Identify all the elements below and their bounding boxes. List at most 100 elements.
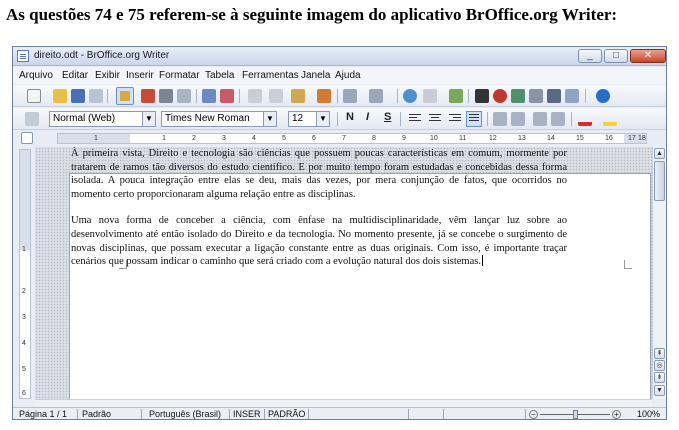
align-left-icon[interactable]: [409, 114, 421, 124]
numbering-icon[interactable]: [493, 112, 507, 126]
toolbar-separator: [337, 89, 338, 103]
email-icon[interactable]: [89, 89, 103, 103]
scroll-up-icon[interactable]: ▲: [654, 148, 665, 159]
spellcheck-icon[interactable]: [202, 89, 216, 103]
ruler-label: 8: [372, 135, 376, 142]
status-page-style[interactable]: Padrão: [82, 409, 111, 419]
styles-formatting-icon[interactable]: [25, 112, 39, 126]
align-right-icon[interactable]: [449, 114, 461, 124]
ruler-label: 14: [547, 135, 555, 142]
menu-ferramentas[interactable]: Ferramentas: [242, 70, 299, 81]
draw-functions-icon[interactable]: [449, 89, 463, 103]
chevron-down-icon[interactable]: ▼: [316, 112, 329, 126]
minimize-button[interactable]: _: [578, 49, 602, 63]
document-body[interactable]: À primeira vista, Direito e tecnologia s…: [71, 147, 567, 282]
status-insert-mode[interactable]: INSER: [233, 409, 261, 419]
menu-editar[interactable]: Editar: [62, 70, 88, 81]
font-color-icon[interactable]: [578, 112, 592, 126]
print-icon[interactable]: [159, 89, 173, 103]
ruler-label: 16: [605, 135, 613, 142]
increase-indent-icon[interactable]: [551, 112, 565, 126]
bold-button[interactable]: N: [346, 111, 354, 123]
edit-mode-icon[interactable]: [116, 87, 134, 105]
menu-inserir[interactable]: Inserir: [126, 70, 154, 81]
menu-formatar[interactable]: Formatar: [159, 70, 200, 81]
scroll-thumb[interactable]: [654, 161, 665, 201]
ruler-label: 17: [628, 135, 636, 142]
font-size-select[interactable]: 12 ▼: [288, 111, 330, 127]
menu-arquivo[interactable]: Arquivo: [19, 70, 53, 81]
clone-format-icon[interactable]: [317, 89, 331, 103]
font-name-select[interactable]: Times New Roman ▼: [161, 111, 277, 127]
paragraph-style-select[interactable]: Normal (Web) ▼: [49, 111, 156, 127]
status-selection-mode[interactable]: PADRÃO: [268, 409, 305, 419]
vertical-ruler[interactable]: 1 2 3 4 5 6: [19, 149, 31, 399]
italic-button[interactable]: I: [366, 111, 369, 123]
chevron-down-icon[interactable]: ▼: [142, 112, 155, 126]
previous-page-icon[interactable]: ⇞: [654, 348, 665, 359]
document-paragraph[interactable]: À primeira vista, Direito e tecnologia s…: [71, 147, 567, 201]
align-center-icon[interactable]: [429, 114, 441, 124]
open-icon[interactable]: [53, 89, 67, 103]
zoom-in-button[interactable]: +: [612, 410, 621, 419]
print-preview-icon[interactable]: [177, 89, 191, 103]
justify-icon[interactable]: [466, 111, 482, 127]
menu-ajuda[interactable]: Ajuda: [335, 70, 361, 81]
ruler-label: 6: [312, 135, 316, 142]
status-zoom-level[interactable]: 100%: [637, 409, 660, 419]
copy-icon[interactable]: [269, 89, 283, 103]
zoom-out-button[interactable]: −: [529, 410, 538, 419]
toolbar-separator: [107, 89, 108, 103]
standard-toolbar: [13, 85, 666, 107]
menu-exibir[interactable]: Exibir: [95, 70, 120, 81]
cut-icon[interactable]: [248, 89, 262, 103]
help-icon[interactable]: [596, 89, 610, 103]
hyperlink-icon[interactable]: [403, 89, 417, 103]
chevron-down-icon[interactable]: ▼: [263, 112, 276, 126]
maximize-button[interactable]: □: [604, 49, 628, 63]
save-icon[interactable]: [71, 89, 85, 103]
new-document-icon[interactable]: [27, 89, 41, 103]
vertical-scrollbar[interactable]: ▲ ⇞ ◎ ⇟ ▼: [652, 147, 666, 399]
autospellcheck-icon[interactable]: [220, 89, 234, 103]
ruler-label: 3: [222, 135, 226, 142]
toolbar-separator: [196, 89, 197, 103]
ruler-label: 2: [192, 135, 196, 142]
data-sources-icon[interactable]: [529, 89, 543, 103]
close-button[interactable]: ✕: [630, 49, 666, 63]
bullets-icon[interactable]: [511, 112, 525, 126]
undo-icon[interactable]: [343, 89, 357, 103]
tab-stop-selector[interactable]: [21, 132, 33, 144]
gallery-icon[interactable]: [511, 89, 525, 103]
paste-icon[interactable]: [291, 89, 305, 103]
title-bar: direito.odt - BrOffice.org Writer _ □ ✕: [13, 47, 666, 66]
status-page-number[interactable]: Página 1 / 1: [19, 409, 67, 419]
redo-icon[interactable]: [369, 89, 383, 103]
writer-document-icon: [17, 50, 29, 62]
ruler-label: 15: [576, 135, 584, 142]
ruler-label: 5: [282, 135, 286, 142]
horizontal-scrollbar[interactable]: [35, 399, 652, 407]
underline-button[interactable]: S: [384, 111, 391, 123]
table-icon[interactable]: [423, 89, 437, 103]
scroll-down-icon[interactable]: ▼: [654, 385, 665, 396]
status-language[interactable]: Português (Brasil): [149, 409, 221, 419]
zoom-icon[interactable]: [565, 89, 579, 103]
toolbar-separator: [337, 112, 338, 126]
next-page-icon[interactable]: ⇟: [654, 372, 665, 383]
find-replace-icon[interactable]: [475, 89, 489, 103]
menu-janela[interactable]: Janela: [301, 70, 330, 81]
highlight-icon[interactable]: [603, 112, 617, 126]
horizontal-ruler[interactable]: 1 1 2 3 4 5 6 7 8 9 10 11 12 13 14 15 16…: [57, 133, 647, 144]
document-paragraph[interactable]: Uma nova forma de conceber a ciência, co…: [71, 214, 567, 268]
zoom-slider-handle[interactable]: [573, 410, 578, 419]
export-pdf-icon[interactable]: [141, 89, 155, 103]
ruler-label: 5: [22, 366, 26, 373]
nonprinting-chars-icon[interactable]: [547, 89, 561, 103]
navigation-icon[interactable]: ◎: [654, 360, 665, 371]
menu-tabela[interactable]: Tabela: [205, 70, 234, 81]
toolbar-separator: [400, 112, 401, 126]
ruler-label: 6: [22, 390, 26, 397]
navigator-icon[interactable]: [493, 89, 507, 103]
decrease-indent-icon[interactable]: [533, 112, 547, 126]
